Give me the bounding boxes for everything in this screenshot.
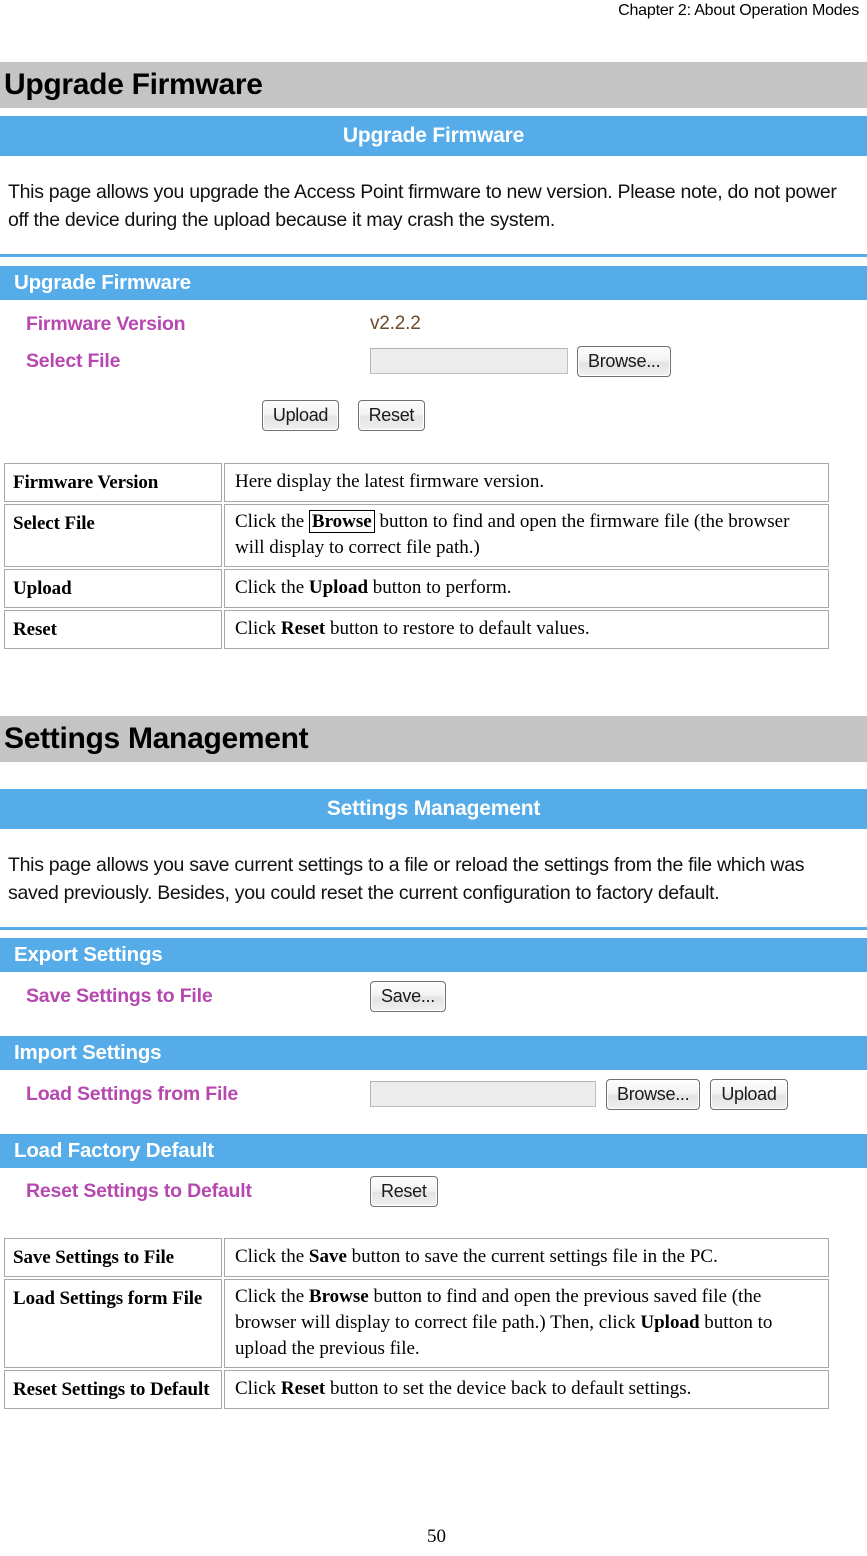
table-value: Click Reset button to set the device bac… <box>224 1370 829 1409</box>
table-value: Here display the latest firmware version… <box>224 463 829 502</box>
table-key: Reset <box>4 610 222 649</box>
table-row: Firmware Version Here display the latest… <box>4 463 829 502</box>
browse-button-firmware[interactable]: Browse... <box>577 345 672 377</box>
ui-panel-head-import-settings: Import Settings <box>0 1036 867 1070</box>
ui-row-select-file: Select File Browse... <box>0 340 867 382</box>
table-row: Upload Click the Upload button to perfor… <box>4 569 829 608</box>
upload-button-settings[interactable]: Upload <box>710 1078 788 1110</box>
ui-value-firmware-version: v2.2.2 <box>370 313 421 334</box>
ui-label-load-settings-from-file: Load Settings from File <box>26 1082 239 1105</box>
ui-titlebar-settings-management: Settings Management <box>0 789 867 829</box>
browse-button-settings[interactable]: Browse... <box>606 1078 701 1110</box>
page-number: 50 <box>427 1526 446 1547</box>
ui-panel-head-load-factory-default: Load Factory Default <box>0 1134 867 1168</box>
table-value: Click Reset button to restore to default… <box>224 610 829 649</box>
ui-row-firmware-version: Firmware Version v2.2.2 <box>0 300 867 340</box>
table-key: Select File <box>4 504 222 567</box>
table-key: Save Settings to File <box>4 1238 222 1277</box>
table-row: Reset Click Reset button to restore to d… <box>4 610 829 649</box>
table-row: Load Settings form File Click the Browse… <box>4 1279 829 1368</box>
description-table-firmware: Firmware Version Here display the latest… <box>2 461 831 651</box>
load-settings-file-input[interactable] <box>370 1081 596 1107</box>
section-heading-settings-management: Settings Management <box>0 716 867 762</box>
settings-management-screenshot: Settings Management This page allows you… <box>0 789 867 1224</box>
table-row: Save Settings to File Click the Save but… <box>4 1238 829 1277</box>
ui-actions-firmware: Upload Reset <box>0 382 867 447</box>
description-table-settings: Save Settings to File Click the Save but… <box>2 1236 831 1411</box>
upload-button-firmware[interactable]: Upload <box>261 400 340 431</box>
ui-label-firmware-version: Firmware Version <box>26 312 186 335</box>
table-row: Reset Settings to Default Click Reset bu… <box>4 1370 829 1409</box>
ui-description-upgrade-firmware: This page allows you upgrade the Access … <box>8 181 837 231</box>
table-value: Click the Upload button to perform. <box>224 569 829 608</box>
ui-row-reset-settings-to-default: Reset Settings to Default Reset <box>0 1168 867 1214</box>
ui-label-reset-settings-to-default: Reset Settings to Default <box>26 1179 252 1202</box>
ui-description-settings-management: This page allows you save current settin… <box>8 854 805 904</box>
upgrade-firmware-screenshot: Upgrade Firmware This page allows you up… <box>0 116 867 447</box>
ui-panel-head-export-settings: Export Settings <box>0 938 867 972</box>
table-key: Firmware Version <box>4 463 222 502</box>
table-value: Click the Browse button to find and open… <box>224 504 829 567</box>
select-file-input[interactable] <box>370 348 568 374</box>
save-button-settings[interactable]: Save... <box>370 980 446 1012</box>
ui-row-save-settings-to-file: Save Settings to File Save... <box>0 972 867 1020</box>
ui-label-save-settings-to-file: Save Settings to File <box>26 984 213 1007</box>
section-heading-upgrade-firmware: Upgrade Firmware <box>0 62 867 108</box>
ui-label-select-file: Select File <box>26 349 121 372</box>
ui-row-load-settings-from-file: Load Settings from File Browse... Upload <box>0 1070 867 1118</box>
table-key: Upload <box>4 569 222 608</box>
reset-button-firmware[interactable]: Reset <box>357 400 426 431</box>
table-value: Click the Save button to save the curren… <box>224 1238 829 1277</box>
table-key: Reset Settings to Default <box>4 1370 222 1409</box>
reset-button-settings[interactable]: Reset <box>370 1175 438 1207</box>
table-value: Click the Browse button to find and open… <box>224 1279 829 1368</box>
ui-panel-head-upgrade-firmware: Upgrade Firmware <box>0 266 867 300</box>
ui-titlebar-upgrade-firmware: Upgrade Firmware <box>0 116 867 156</box>
running-header: Chapter 2: About Operation Modes <box>618 2 859 19</box>
table-row: Select File Click the Browse button to f… <box>4 504 829 567</box>
table-key: Load Settings form File <box>4 1279 222 1368</box>
